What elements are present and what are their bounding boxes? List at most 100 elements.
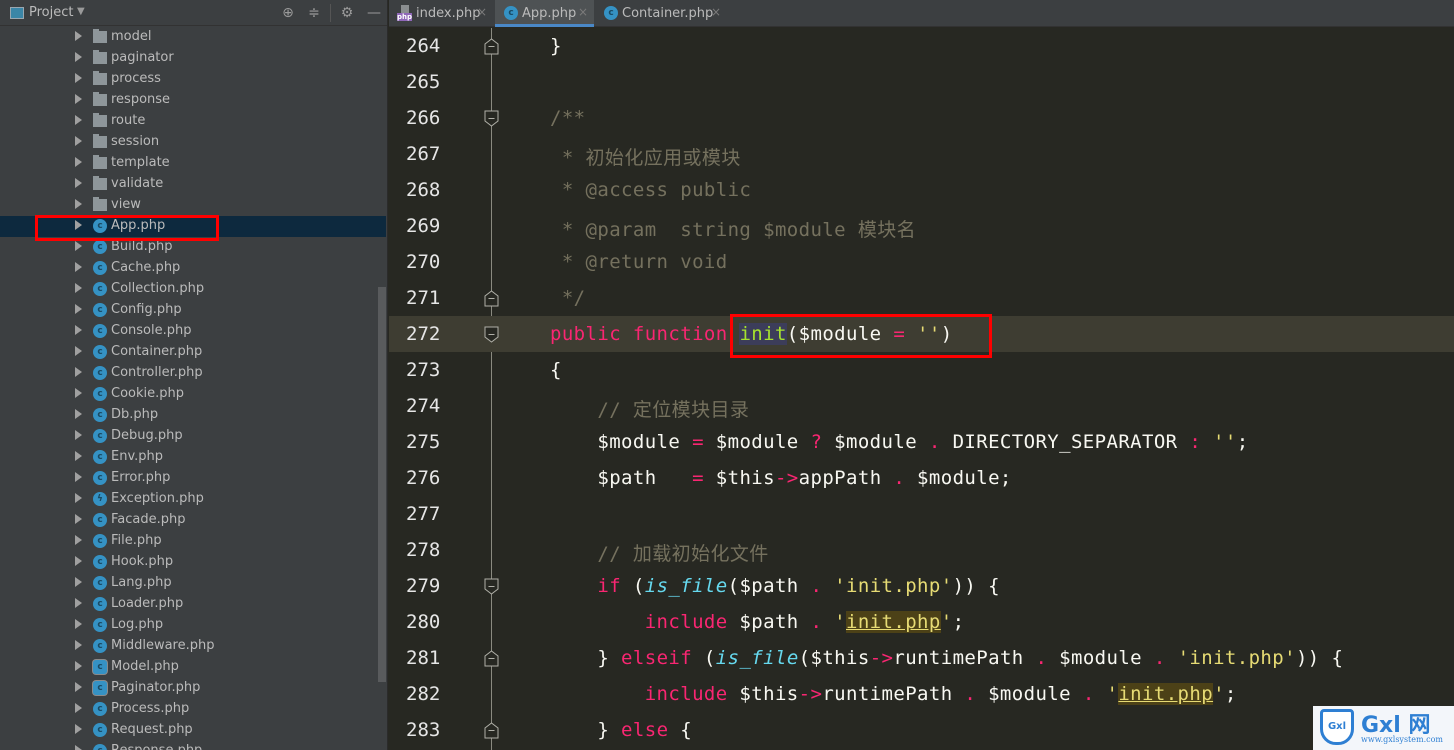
expand-arrow-icon[interactable] xyxy=(75,388,82,398)
expand-arrow-icon[interactable] xyxy=(75,682,82,692)
code-line[interactable]: 274 // 定位模块目录 xyxy=(389,388,1454,424)
minimize-icon[interactable]: — xyxy=(365,4,383,22)
tree-item[interactable]: c Loader.php xyxy=(0,594,386,615)
code-line[interactable]: 281 } elseif (is_file($this->runtimePath… xyxy=(389,640,1454,676)
expand-arrow-icon[interactable] xyxy=(75,661,82,671)
tree-item[interactable]: c Log.php xyxy=(0,615,386,636)
tree-item[interactable]: process xyxy=(0,69,386,90)
expand-arrow-icon[interactable] xyxy=(75,31,82,41)
code-line[interactable]: 282 include $this->runtimePath . $module… xyxy=(389,676,1454,712)
tree-item[interactable]: c Hook.php xyxy=(0,552,386,573)
collapse-all-icon[interactable]: ≑ xyxy=(305,4,323,22)
tree-item[interactable]: c Error.php xyxy=(0,468,386,489)
tree-item[interactable]: c Middleware.php xyxy=(0,636,386,657)
expand-arrow-icon[interactable] xyxy=(75,493,82,503)
code-line[interactable]: 276 $path = $this->appPath . $module; xyxy=(389,460,1454,496)
tree-item[interactable]: c Process.php xyxy=(0,699,386,720)
tree-item[interactable]: c Paginator.php xyxy=(0,678,386,699)
expand-arrow-icon[interactable] xyxy=(75,409,82,419)
tree-item[interactable]: session xyxy=(0,132,386,153)
code-line[interactable]: 266 /** xyxy=(389,100,1454,136)
tree-item[interactable]: c Collection.php xyxy=(0,279,386,300)
locate-icon[interactable]: ⊕ xyxy=(279,4,297,22)
expand-arrow-icon[interactable] xyxy=(75,346,82,356)
code-line[interactable]: 279 if (is_file($path . 'init.php')) { xyxy=(389,568,1454,604)
tree-item[interactable]: response xyxy=(0,90,386,111)
code-line[interactable]: 268 * @access public xyxy=(389,172,1454,208)
tree-item[interactable]: c Cache.php xyxy=(0,258,386,279)
code-line[interactable]: 264} xyxy=(389,28,1454,64)
expand-arrow-icon[interactable] xyxy=(75,703,82,713)
expand-arrow-icon[interactable] xyxy=(75,178,82,188)
fold-marker-icon[interactable] xyxy=(484,290,499,307)
tree-item[interactable]: c Debug.php xyxy=(0,426,386,447)
fold-marker-icon[interactable] xyxy=(484,38,499,55)
tree-item[interactable]: c Request.php xyxy=(0,720,386,741)
expand-arrow-icon[interactable] xyxy=(75,304,82,314)
expand-arrow-icon[interactable] xyxy=(75,241,82,251)
expand-arrow-icon[interactable] xyxy=(75,73,82,83)
fold-marker-icon[interactable] xyxy=(484,650,499,667)
expand-arrow-icon[interactable] xyxy=(75,262,82,272)
expand-arrow-icon[interactable] xyxy=(75,556,82,566)
tab-container-php[interactable]: c Container.php × xyxy=(595,0,728,27)
tree-item[interactable]: c Response.php xyxy=(0,741,386,750)
expand-arrow-icon[interactable] xyxy=(75,136,82,146)
gear-icon[interactable]: ⚙ xyxy=(338,4,356,22)
expand-arrow-icon[interactable] xyxy=(75,640,82,650)
code-line[interactable]: 267 * 初始化应用或模块 xyxy=(389,136,1454,172)
expand-arrow-icon[interactable] xyxy=(75,577,82,587)
expand-arrow-icon[interactable] xyxy=(75,367,82,377)
expand-arrow-icon[interactable] xyxy=(75,157,82,167)
tree-item[interactable]: c Controller.php xyxy=(0,363,386,384)
code-line[interactable]: 280 include $path . 'init.php'; xyxy=(389,604,1454,640)
expand-arrow-icon[interactable] xyxy=(75,598,82,608)
tree-item[interactable]: model xyxy=(0,27,386,48)
tree-item[interactable]: route xyxy=(0,111,386,132)
code-line[interactable]: 278 // 加载初始化文件 xyxy=(389,532,1454,568)
expand-arrow-icon[interactable] xyxy=(75,451,82,461)
code-editor[interactable]: 264} 265 266/** 267 * 初始化应用或模块 268 * @access… xyxy=(389,28,1454,750)
tree-item[interactable]: c Lang.php xyxy=(0,573,386,594)
expand-arrow-icon[interactable] xyxy=(75,724,82,734)
expand-arrow-icon[interactable] xyxy=(75,430,82,440)
tree-item[interactable]: c Facade.php xyxy=(0,510,386,531)
expand-arrow-icon[interactable] xyxy=(75,94,82,104)
tree-item[interactable]: c Cookie.php xyxy=(0,384,386,405)
tree-item[interactable]: c File.php xyxy=(0,531,386,552)
expand-arrow-icon[interactable] xyxy=(75,325,82,335)
close-icon[interactable]: × xyxy=(477,5,487,19)
code-line[interactable]: 283 } else { xyxy=(389,712,1454,748)
close-icon[interactable]: × xyxy=(578,5,588,19)
tree-item[interactable]: template xyxy=(0,153,386,174)
tree-item[interactable]: view xyxy=(0,195,386,216)
fold-marker-icon[interactable] xyxy=(484,110,499,127)
expand-arrow-icon[interactable] xyxy=(75,283,82,293)
expand-arrow-icon[interactable] xyxy=(75,619,82,629)
expand-arrow-icon[interactable] xyxy=(75,745,82,750)
expand-arrow-icon[interactable] xyxy=(75,199,82,209)
expand-arrow-icon[interactable] xyxy=(75,514,82,524)
fold-marker-icon[interactable] xyxy=(484,578,499,595)
tree-item[interactable]: c Console.php xyxy=(0,321,386,342)
code-line[interactable]: 269 * @param string $module 模块名 xyxy=(389,208,1454,244)
expand-arrow-icon[interactable] xyxy=(75,115,82,125)
fold-marker-icon[interactable] xyxy=(484,722,499,739)
expand-arrow-icon[interactable] xyxy=(75,535,82,545)
code-line[interactable]: 265 xyxy=(389,64,1454,100)
tree-item[interactable]: c Model.php xyxy=(0,657,386,678)
code-line[interactable]: 270 * @return void xyxy=(389,244,1454,280)
chevron-down-icon[interactable]: ▼ xyxy=(77,6,85,17)
expand-arrow-icon[interactable] xyxy=(75,52,82,62)
code-line[interactable]: 277 xyxy=(389,496,1454,532)
code-line[interactable]: 275 $module = $module ? $module . DIRECT… xyxy=(389,424,1454,460)
close-icon[interactable]: × xyxy=(711,5,721,19)
fold-marker-icon[interactable] xyxy=(484,326,499,343)
tree-item[interactable]: c Config.php xyxy=(0,300,386,321)
expand-arrow-icon[interactable] xyxy=(75,472,82,482)
tree-item[interactable]: ϟ Exception.php xyxy=(0,489,386,510)
tab-index-php[interactable]: php index.php × xyxy=(389,0,494,27)
tree-scrollbar[interactable] xyxy=(378,287,386,682)
tree-item[interactable]: c Container.php xyxy=(0,342,386,363)
project-panel-title[interactable]: Project xyxy=(29,5,73,20)
